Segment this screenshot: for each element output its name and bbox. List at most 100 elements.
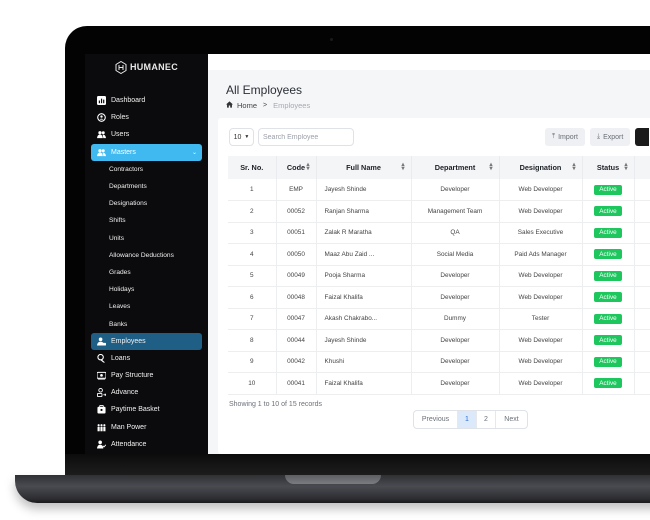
cell-sr: 5 <box>228 265 277 287</box>
sidebar-item-label: Masters <box>111 148 136 156</box>
sort-icon[interactable]: ▴ ▾ <box>306 162 309 172</box>
cell-dept: QA <box>411 222 500 244</box>
cell-status: Active <box>582 222 635 244</box>
laptop-notch <box>285 475 381 484</box>
table-row[interactable]: 8 00044 Jayesh Shinde Developer Web Develope… <box>228 329 650 352</box>
laptop-bezel-bottom <box>65 454 650 476</box>
basket-icon <box>96 405 106 415</box>
home-icon <box>226 101 233 110</box>
cell-sr: 4 <box>228 243 277 266</box>
cell-status: Active <box>582 179 635 201</box>
table-body: 1 EMP Jayesh Shinde Developer Web Developer A… <box>228 179 650 395</box>
column-header-code[interactable]: Code ▴ ▾ <box>276 156 317 179</box>
cell-code: 00049 <box>276 265 317 287</box>
cell-sr: 2 <box>228 200 277 223</box>
brand[interactable]: HUMANEC <box>85 56 208 78</box>
pagination-next[interactable]: Next <box>496 411 527 428</box>
export-button[interactable]: ⤓ Export <box>589 128 631 146</box>
sidebar-item-users[interactable]: Users <box>91 126 202 143</box>
page-size-select[interactable]: 10 ▼ <box>229 128 254 146</box>
cell-code: 00041 <box>276 372 317 395</box>
sidebar-subitem-banks[interactable]: Banks <box>91 315 202 332</box>
top-bar <box>208 54 650 70</box>
sidebar-item-masters[interactable]: Masters ⌄ <box>91 143 202 161</box>
page-title: All Employees <box>226 83 303 97</box>
sidebar-item-attendance[interactable]: Attendance <box>91 436 202 453</box>
sidebar-subitem-holidays[interactable]: Holidays <box>91 281 202 298</box>
breadcrumb-home[interactable]: Home <box>237 101 257 110</box>
add-employee-button[interactable] <box>635 128 650 146</box>
cell-name: Jayesh Shinde <box>316 329 412 352</box>
sidebar-subitem-units[interactable]: Units <box>91 230 202 247</box>
column-header-designation[interactable]: Designation ▴ ▾ <box>499 156 583 179</box>
sidebar-item-man-power[interactable]: Man Power <box>91 419 202 436</box>
cell-actions <box>634 179 650 201</box>
pagination-page-1[interactable]: 1 <box>458 411 477 428</box>
column-header-label: Status <box>596 163 620 172</box>
sidebar-item-advance[interactable]: Advance <box>91 384 202 401</box>
cell-desig: Web Developer <box>499 286 583 309</box>
sort-icon[interactable]: ▴ ▾ <box>401 162 404 172</box>
pagination-previous[interactable]: Previous <box>414 411 458 428</box>
sidebar-item-paytime-basket[interactable]: Paytime Basket <box>91 401 202 418</box>
cell-code: 00052 <box>276 200 317 223</box>
column-header-status[interactable]: Status ▴ ▾ <box>582 156 635 179</box>
export-label: Export <box>603 133 624 141</box>
cell-actions <box>634 372 650 395</box>
sidebar-item-roles[interactable]: Roles <box>91 109 202 126</box>
cell-desig: Sales Executive <box>499 222 583 244</box>
column-header-label: Department <box>434 163 476 172</box>
status-badge: Active <box>594 270 622 281</box>
pagination-page-2[interactable]: 2 <box>477 411 496 428</box>
sidebar-subitem-leaves[interactable]: Leaves <box>91 298 202 315</box>
sidebar-subitem-grades[interactable]: Grades <box>91 264 202 281</box>
search-employee-input[interactable] <box>258 128 354 146</box>
table-row[interactable]: 3 00051 Zalak R Maratha QA Sales Executive Ac… <box>228 222 650 244</box>
table-row[interactable]: 5 00049 Pooja Sharma Developer Web Developer… <box>228 265 650 287</box>
cell-actions <box>634 308 650 330</box>
cell-sr: 8 <box>228 329 277 352</box>
cell-sr: 9 <box>228 351 277 373</box>
table-row[interactable]: 6 00048 Faizal Khalifa Developer Web Develop… <box>228 286 650 309</box>
sidebar-subitem-shifts[interactable]: Shifts <box>91 212 202 229</box>
sort-icon[interactable]: ▴ ▾ <box>624 162 627 172</box>
table-row[interactable]: 1 EMP Jayesh Shinde Developer Web Developer A… <box>228 179 650 201</box>
sidebar-subitem-designations[interactable]: Designations <box>91 195 202 212</box>
sort-icon[interactable]: ▴ ▾ <box>489 162 492 172</box>
sidebar-item-employees[interactable]: Employees <box>91 332 202 350</box>
status-badge: Active <box>594 206 622 217</box>
cell-sr: 6 <box>228 286 277 309</box>
sidebar-subitem-departments[interactable]: Departments <box>91 178 202 195</box>
cell-status: Active <box>582 200 635 223</box>
column-header-full-name[interactable]: Full Name ▴ ▾ <box>316 156 412 179</box>
sidebar-item-loans[interactable]: Loans <box>91 350 202 367</box>
sidebar-subitem-contractors[interactable]: Contractors <box>91 161 202 178</box>
table-header-row: Sr. No. Code ▴ ▾ Full Name ▴ ▾ Department ▴ ▾ Desi… <box>228 156 650 179</box>
cell-name: Ranjan Sharma <box>316 200 412 223</box>
cell-desig: Web Developer <box>499 372 583 395</box>
cell-name: Khushi <box>316 351 412 373</box>
cell-status: Active <box>582 243 635 266</box>
sort-icon[interactable]: ▴ ▾ <box>572 162 575 172</box>
column-header-label: Full Name <box>346 163 381 172</box>
sidebar-subitem-allowance-deductions[interactable]: Allowance Deductions <box>91 247 202 264</box>
table-row[interactable]: 9 00042 Khushi Developer Web Developer Active <box>228 351 650 373</box>
table-controls: 10 ▼ <box>229 128 354 146</box>
table-row[interactable]: 2 00052 Ranjan Sharma Management Team Web De… <box>228 200 650 223</box>
advance-icon <box>96 388 106 398</box>
table-row[interactable]: 4 00050 Maaz Abu Zaid ... Social Media Paid … <box>228 243 650 266</box>
column-header-department[interactable]: Department ▴ ▾ <box>411 156 500 179</box>
cell-desig: Paid Ads Manager <box>499 243 583 266</box>
breadcrumb: Home > Employees <box>226 101 310 110</box>
table-row[interactable]: 7 00047 Akash Chakrabo... Dummy Tester Active <box>228 308 650 330</box>
table-row[interactable]: 10 00041 Faizal Khalifa Developer Web Develo… <box>228 372 650 395</box>
import-button[interactable]: ⤒ Import <box>545 128 585 146</box>
cell-name: Zalak R Maratha <box>316 222 412 244</box>
column-header-label: Sr. No. <box>240 163 264 172</box>
cell-dept: Developer <box>411 179 500 201</box>
sidebar-item-pay-structure[interactable]: Pay Structure <box>91 367 202 384</box>
sidebar-item-dashboard[interactable]: Dashboard <box>91 92 202 109</box>
cell-sr: 3 <box>228 222 277 244</box>
cell-actions <box>634 351 650 373</box>
dashboard-chart-icon <box>96 96 106 106</box>
